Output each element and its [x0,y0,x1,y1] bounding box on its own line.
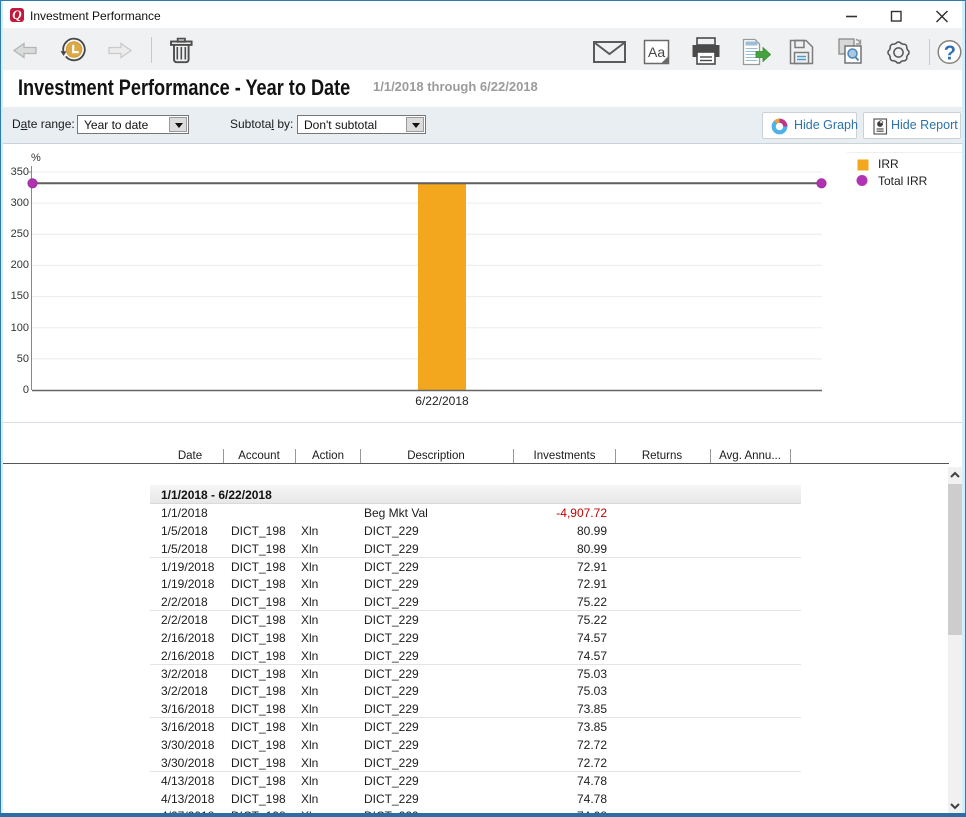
svg-text:?: ? [944,43,956,65]
svg-text:Aa: Aa [648,44,665,60]
